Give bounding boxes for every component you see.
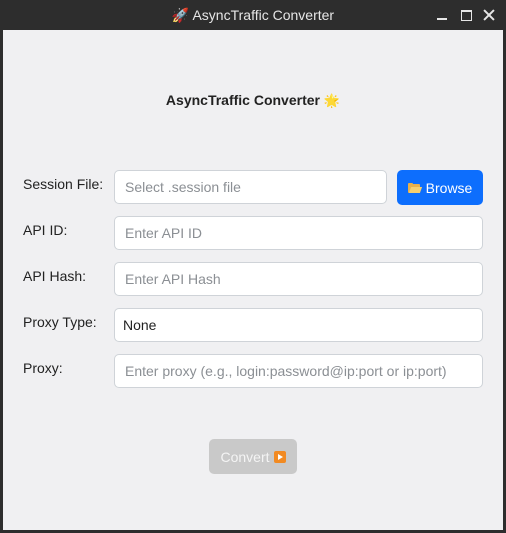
main-panel: AsyncTraffic Converter 🌟 Session File: B… xyxy=(3,30,503,530)
api-hash-input[interactable] xyxy=(114,262,483,296)
session-file-input[interactable] xyxy=(114,170,387,204)
maximize-icon xyxy=(460,9,472,21)
convert-button-label: Convert xyxy=(220,448,270,465)
glowing-star-icon: 🌟 xyxy=(323,93,341,108)
browse-button-label: Browse xyxy=(425,179,473,196)
play-button-icon xyxy=(273,450,286,463)
proxy-type-select[interactable]: None xyxy=(114,308,483,342)
close-button[interactable] xyxy=(481,7,497,23)
api-hash-label: API Hash: xyxy=(23,268,87,284)
api-id-label: API ID: xyxy=(23,222,68,238)
app-window: 🚀 AsyncTraffic Converter AsyncTraffic Co… xyxy=(0,0,506,533)
title-bar[interactable]: 🚀 AsyncTraffic Converter xyxy=(0,0,506,30)
page-title: AsyncTraffic Converter 🌟 xyxy=(3,92,503,109)
session-file-label: Session File: xyxy=(23,176,104,192)
proxy-label: Proxy: xyxy=(23,360,63,376)
folder-open-icon xyxy=(407,182,422,193)
convert-button[interactable]: Convert xyxy=(209,439,297,474)
api-id-input[interactable] xyxy=(114,216,483,250)
maximize-button[interactable] xyxy=(458,7,474,23)
proxy-type-label: Proxy Type: xyxy=(23,314,97,330)
close-icon xyxy=(483,9,495,21)
proxy-input[interactable] xyxy=(114,354,483,388)
proxy-type-value: None xyxy=(123,317,157,333)
minimize-button[interactable] xyxy=(434,7,450,23)
page-title-text: AsyncTraffic Converter xyxy=(165,92,320,108)
minimize-icon xyxy=(437,18,447,20)
window-title: 🚀 AsyncTraffic Converter xyxy=(171,7,335,23)
browse-button[interactable]: Browse xyxy=(397,170,483,205)
